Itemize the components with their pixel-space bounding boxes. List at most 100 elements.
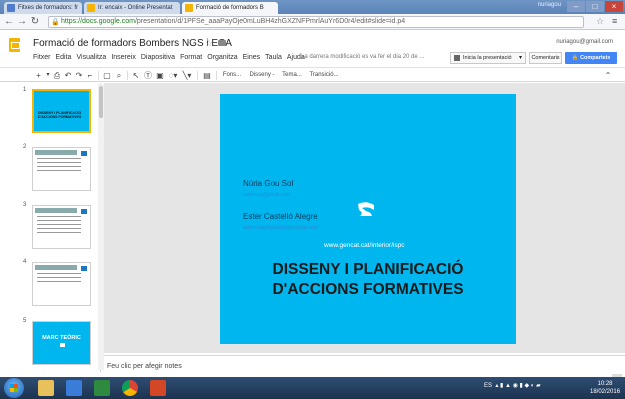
- slide-title-line-1: DISSENY I PLANIFICACIÓ: [272, 261, 464, 278]
- window-controls: – □ ×: [567, 1, 623, 12]
- browser-tab[interactable]: Ir: encaix - Online Presentat: [84, 2, 180, 14]
- app-icon[interactable]: [94, 380, 110, 396]
- chrome-icon[interactable]: [122, 380, 138, 396]
- menu-arrange[interactable]: Organitza: [207, 54, 237, 61]
- paint-format-icon[interactable]: ⌐: [85, 70, 95, 81]
- bookmark-star-icon[interactable]: ☆: [596, 16, 604, 27]
- author-email-1[interactable]: nuriaxou@gmail.com: [243, 192, 290, 198]
- browser-user-chip[interactable]: nuriagou: [538, 2, 561, 8]
- user-email[interactable]: nuriagou@gmail.com: [556, 39, 613, 45]
- maximize-icon[interactable]: □: [586, 1, 604, 12]
- image-icon[interactable]: ▣: [155, 70, 165, 81]
- thumbnail-header: [35, 265, 77, 270]
- file-explorer-icon[interactable]: [38, 380, 54, 396]
- slide-thumbnail[interactable]: [32, 147, 91, 191]
- menu-tools[interactable]: Eines: [243, 54, 261, 61]
- share-button[interactable]: 🔒 Comparteix: [565, 52, 617, 64]
- line-icon[interactable]: ╲▾: [181, 70, 193, 81]
- slide-number: 5: [23, 318, 27, 324]
- text-box-icon[interactable]: Ⓣ: [143, 70, 153, 81]
- browser-tab-active[interactable]: Formació de formadors B: [182, 2, 278, 14]
- present-icon: [454, 55, 460, 61]
- forward-arrow-icon[interactable]: →: [16, 16, 28, 28]
- current-slide[interactable]: Núria Gou Sol nuriaxou@gmail.com Ester C…: [220, 94, 516, 344]
- toolbar-divider: [127, 71, 128, 80]
- comments-button[interactable]: Comentaris: [529, 52, 562, 64]
- tab-favicon-icon: [185, 4, 193, 12]
- website-url[interactable]: www.gencat.cat/interior/ispc: [324, 242, 405, 249]
- reload-icon[interactable]: ↻: [29, 16, 41, 28]
- author-name-1[interactable]: Núria Gou Sol: [243, 179, 293, 188]
- start-button-icon[interactable]: [4, 378, 24, 398]
- clock[interactable]: 10:28 18/02/2016: [590, 380, 620, 396]
- chevron-down-icon[interactable]: ▾: [519, 53, 522, 63]
- clock-time: 10:28: [597, 381, 613, 387]
- tab-label: Ir: encaix - Online Presentat: [98, 5, 173, 11]
- layout-button[interactable]: Disseny -: [247, 70, 277, 81]
- collapse-toolbar-icon[interactable]: ⌃: [603, 70, 613, 81]
- tray-icons[interactable]: ▴ ▮ ▲ ◉ ▮ ◆ ◐ ▰: [494, 383, 540, 389]
- star-icon[interactable]: ☆: [205, 38, 213, 49]
- menu-insert[interactable]: Insereix: [111, 54, 136, 61]
- zoom-fit-icon[interactable]: ▢: [102, 70, 112, 81]
- shape-icon[interactable]: ◌▾: [167, 70, 179, 81]
- slide-thumbnail[interactable]: DISSENY I PLANIFICACIÓ D'ACCIONS FORMATI…: [32, 89, 91, 133]
- menu-format[interactable]: Format: [180, 54, 202, 61]
- comment-icon[interactable]: ▤: [202, 70, 212, 81]
- slides-logo-icon[interactable]: [9, 38, 20, 52]
- thumbnail-header: [35, 208, 77, 213]
- author-email-2[interactable]: ester.castelloalegre@hotmail.com: [243, 225, 318, 231]
- select-cursor-icon[interactable]: ↖: [131, 70, 141, 81]
- system-tray: ES ▴ ▮ ▲ ◉ ▮ ◆ ◐ ▰: [484, 382, 541, 389]
- menu-file[interactable]: Fitxer: [33, 54, 51, 61]
- thumbnail-header: [35, 150, 77, 155]
- folder-icon[interactable]: [218, 40, 226, 46]
- address-bar[interactable]: 🔒 https://docs.google.com/presentation/d…: [48, 16, 584, 28]
- tab-favicon-icon: [87, 4, 95, 12]
- media-player-icon[interactable]: [66, 380, 82, 396]
- filmstrip-scroll-thumb[interactable]: [99, 86, 103, 118]
- powerpoint-icon[interactable]: [150, 380, 166, 396]
- undo-icon[interactable]: ↶: [63, 70, 73, 81]
- new-slide-icon[interactable]: +: [34, 70, 43, 81]
- toolbar-divider: [216, 71, 217, 80]
- slide-number: 1: [23, 87, 27, 93]
- slide-thumbnail[interactable]: [32, 262, 91, 306]
- transition-button[interactable]: Transició...: [307, 70, 341, 81]
- redo-icon[interactable]: ↷: [74, 70, 84, 81]
- browser-navbar: ← → ↻ 🔒 https://docs.google.com/presenta…: [0, 14, 625, 30]
- slide-thumbnail[interactable]: MARC TEÒRIC: [32, 321, 91, 365]
- document-title[interactable]: Formació de formadors Bombers NGS i ECA: [33, 38, 232, 49]
- browser-tab[interactable]: Fitxes de formadors: fr: [4, 2, 82, 14]
- author-name-2[interactable]: Ester Castelló Alegre: [243, 212, 318, 221]
- speaker-notes[interactable]: Feu clic per afegir notes: [104, 355, 625, 377]
- menu-table[interactable]: Taula: [265, 54, 282, 61]
- windows-taskbar: ES ▴ ▮ ▲ ◉ ▮ ◆ ◐ ▰ 10:28 18/02/2016: [0, 377, 625, 399]
- present-button[interactable]: Inicia la presentació ▾: [450, 52, 526, 64]
- slide-thumbnail[interactable]: [32, 205, 91, 249]
- background-button[interactable]: Fons...: [220, 70, 244, 81]
- back-arrow-icon[interactable]: ←: [3, 16, 15, 28]
- close-icon[interactable]: ×: [605, 1, 623, 12]
- chevron-down-icon[interactable]: ▾: [45, 70, 51, 81]
- slide-number: 4: [23, 259, 27, 265]
- thumbnail-logo: [81, 209, 87, 214]
- menu-view[interactable]: Visualitza: [76, 54, 106, 61]
- print-icon[interactable]: ⎙: [52, 70, 62, 81]
- minimize-icon[interactable]: –: [567, 1, 585, 12]
- present-label: Inicia la presentació: [463, 55, 512, 61]
- theme-button[interactable]: Tema...: [280, 70, 304, 81]
- zoom-icon[interactable]: ⌕: [114, 70, 124, 81]
- slide-title[interactable]: DISSENY I PLANIFICACIÓ D'ACCIONS FORMATI…: [220, 260, 516, 300]
- tab-favicon-icon: [7, 4, 15, 12]
- last-edit-link[interactable]: La darrera modificació es va fer el dia …: [301, 54, 424, 60]
- share-label: Comparteix: [580, 55, 611, 61]
- language-indicator[interactable]: ES: [484, 383, 492, 389]
- menu-bar: Fitxer Edita Visualitza Insereix Diaposi…: [33, 54, 305, 61]
- lock-icon: 🔒: [51, 19, 60, 26]
- menu-edit[interactable]: Edita: [56, 54, 72, 61]
- thumbnail-logo: [81, 151, 87, 156]
- clock-date: 18/02/2016: [590, 389, 621, 395]
- browser-menu-icon[interactable]: ≡: [612, 16, 617, 26]
- menu-slide[interactable]: Diapositiva: [141, 54, 175, 61]
